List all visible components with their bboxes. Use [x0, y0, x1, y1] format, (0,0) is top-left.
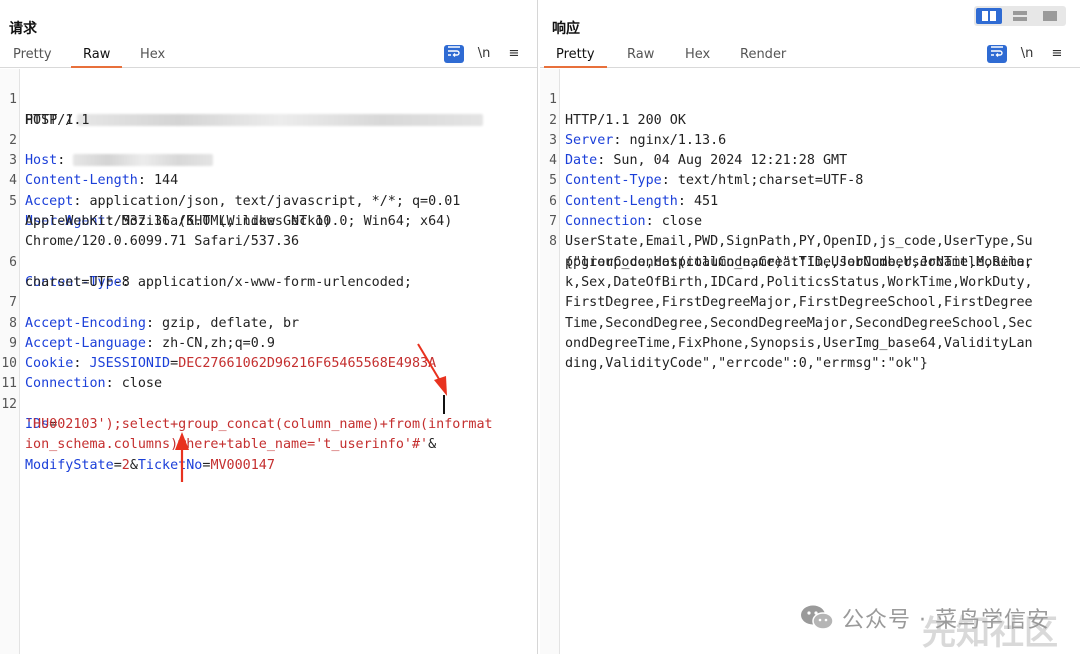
response-body-line: k,Sex,DateOfBirth,IDCard,PoliticsStatus,…: [565, 275, 1033, 290]
request-line-4: 4 Accept: application/json, text/javascr…: [9, 173, 461, 209]
response-body-line: ding,ValidityCode","errcode":0,"errmsg":…: [565, 356, 928, 372]
response-body-line: ondDegreeTime,FixPhone,Synopsis,UserImg_…: [565, 335, 1033, 351]
response-title: 响应: [552, 21, 580, 37]
response-body-line: pplierCode,HospitalCode,CreatTime,JobNum…: [565, 254, 1033, 270]
annotation-arrow-down-icon: [417, 343, 447, 396]
layout-view-switch[interactable]: [974, 6, 1066, 26]
request-tab-raw[interactable]: Raw: [71, 46, 123, 68]
request-newline-toggle[interactable]: \n: [474, 45, 494, 63]
response-line-1: 1 HTTP/1.1 200 OK: [549, 92, 686, 128]
response-tab-hex[interactable]: Hex: [673, 46, 722, 68]
request-line-5: 5 User-Agent: Mozilla/5.0 (Windows NT 10…: [9, 193, 453, 230]
response-tab-pretty[interactable]: Pretty: [544, 46, 607, 68]
response-line-2: 2 Server: nginx/1.13.6: [549, 112, 727, 148]
response-wrap-toggle-icon[interactable]: [987, 45, 1007, 63]
watermark-text: 公众号 · 菜鸟学信安: [842, 608, 1050, 633]
request-tab-hex[interactable]: Hex: [128, 46, 177, 68]
request-menu-icon[interactable]: ≡: [504, 45, 524, 63]
request-editor[interactable]: 1 POST / HTTP/1.1 2 Host: 3 Content-Leng…: [0, 69, 537, 654]
annotation-arrow-up-icon: [175, 432, 189, 482]
request-line-5-cont-b: Chrome/120.0.6099.71 Safari/537.36: [25, 234, 300, 250]
request-tab-pretty[interactable]: Pretty: [1, 46, 64, 68]
response-line-6: 6 Connection: close: [549, 193, 703, 230]
response-menu-icon[interactable]: ≡: [1047, 45, 1067, 63]
request-line-1-cont: HTTP/1.1: [25, 112, 90, 128]
request-line-7: 7 Accept-Encoding: gzip, deflate, br: [9, 295, 300, 331]
request-line-1: 1 POST /: [0, 70, 531, 128]
response-pane: 响应 Pretty Raw Hex Render \n ≡ 1 HTTP/1.1…: [540, 0, 1080, 654]
response-line-5: 5 Content-Length: 451: [549, 173, 719, 209]
wechat-icon: [800, 604, 834, 632]
response-tab-raw[interactable]: Raw: [615, 46, 666, 68]
response-line-8: 8 {"group_concat(column_name)":"ID,UserC…: [549, 234, 1033, 270]
request-line-6: 6 Content-Type: application/x-www-form-u…: [9, 254, 412, 290]
request-pane: 请求 Pretty Raw Hex \n ≡ 1 POST / HTTP/1.1…: [0, 0, 538, 654]
request-line-3: 3 Content-Length: 144: [9, 153, 179, 189]
request-line-2: 2 Host:: [0, 111, 531, 168]
layout-single-icon[interactable]: [1037, 8, 1063, 24]
response-line-3: 3 Date: Sun, 04 Aug 2024 12:21:28 GMT: [549, 132, 848, 169]
watermark: 公众号 · 菜鸟学信安: [800, 598, 1050, 638]
response-body-line: UserState,Email,PWD,SignPath,PY,OpenID,j…: [565, 234, 1033, 250]
request-line-9: 9 Cookie: JSESSIONID=DEC27661062D96216F6…: [9, 335, 437, 372]
request-line-5-cont-a: AppleWebKit/537.36 (KHTML, like Gecko): [25, 214, 332, 230]
response-editor[interactable]: 1 HTTP/1.1 200 OK 2 Server: nginx/1.13.6…: [540, 69, 1080, 654]
response-tab-render[interactable]: Render: [728, 46, 798, 68]
request-line-8: 8 Accept-Language: zh-CN,zh;q=0.9: [9, 315, 275, 351]
response-body-line: FirstDegree,FirstDegreeMajor,FirstDegree…: [565, 295, 1033, 311]
response-line-4: 4 Content-Type: text/html;charset=UTF-8: [549, 153, 864, 189]
layout-stacked-icon[interactable]: [1007, 8, 1033, 24]
response-line-7: 7: [549, 214, 557, 230]
response-body-line: Time,SecondDegree,SecondDegreeMajor,Seco…: [565, 315, 1033, 331]
request-body-params: ModifyState=2&TicketNo=MV000147: [25, 457, 275, 473]
request-body-payload-2: ion_schema.columns)where+table_name='t_u…: [25, 437, 437, 453]
request-line-6-cont: charset=UTF-8: [25, 274, 130, 290]
request-title: 请求: [9, 21, 37, 37]
response-newline-toggle[interactable]: \n: [1017, 45, 1037, 63]
request-wrap-toggle-icon[interactable]: [444, 45, 464, 63]
layout-side-by-side-icon[interactable]: [976, 8, 1002, 24]
